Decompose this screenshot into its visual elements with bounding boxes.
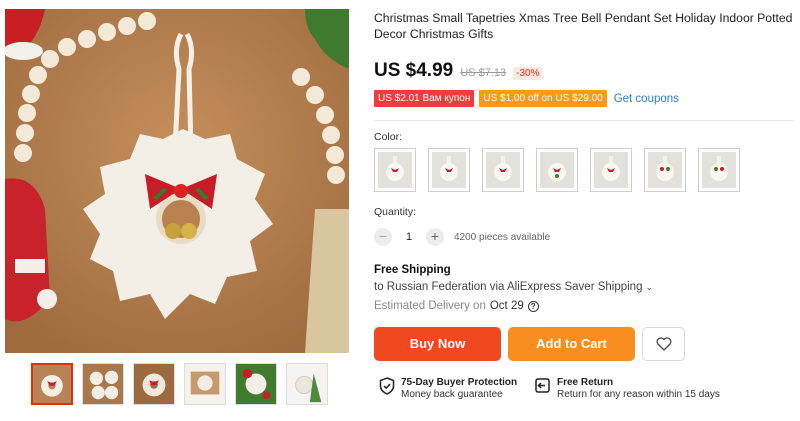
thumbnail-4[interactable] bbox=[184, 363, 226, 405]
main-product-image bbox=[5, 9, 349, 353]
return-box-icon bbox=[535, 378, 550, 393]
quantity-stepper: − 1 + 4200 pieces available bbox=[374, 228, 550, 246]
thumbnail-5[interactable] bbox=[235, 363, 277, 405]
color-swatch-5[interactable] bbox=[590, 148, 632, 192]
buyer-protection-subtitle: Money back guarantee bbox=[401, 389, 503, 400]
divider bbox=[374, 120, 794, 121]
help-icon[interactable]: ? bbox=[527, 300, 539, 312]
color-swatch-6[interactable] bbox=[644, 148, 686, 192]
estimated-delivery-label: Estimated Delivery on bbox=[374, 300, 486, 312]
free-return-subtitle: Return for any reason within 15 days bbox=[557, 389, 720, 400]
coupon-badge-1[interactable]: US $2.01 Вам купон bbox=[374, 90, 475, 107]
shipping-destination-text: to Russian Federation via AliExpress Sav… bbox=[374, 281, 643, 293]
quantity-value[interactable]: 1 bbox=[402, 231, 416, 243]
chevron-down-icon: ⌄ bbox=[645, 281, 654, 292]
thumbnail-3[interactable] bbox=[133, 363, 175, 405]
color-swatch-7[interactable] bbox=[698, 148, 740, 192]
color-swatch-4[interactable] bbox=[536, 148, 578, 192]
buyer-protection-title: 75-Day Buyer Protection bbox=[401, 377, 518, 388]
shipping-destination[interactable]: to Russian Federation via AliExpress Sav… bbox=[374, 281, 653, 293]
estimated-delivery: Estimated Delivery on Oct 29 ? bbox=[374, 300, 539, 312]
quantity-plus-button[interactable]: + bbox=[426, 228, 444, 246]
add-to-cart-button[interactable]: Add to Cart bbox=[508, 327, 635, 361]
wishlist-button[interactable] bbox=[642, 327, 685, 361]
buyer-protection: 75-Day Buyer Protection Money back guara… bbox=[379, 377, 517, 401]
color-label: Color: bbox=[374, 131, 403, 143]
color-swatch-1[interactable] bbox=[374, 148, 416, 192]
thumbnail-6[interactable] bbox=[286, 363, 328, 405]
estimated-delivery-date: Oct 29 bbox=[489, 300, 524, 312]
thumbnail-2[interactable] bbox=[82, 363, 124, 405]
shipping-title: Free Shipping bbox=[374, 264, 451, 276]
color-swatch-3[interactable] bbox=[482, 148, 524, 192]
free-return: Free Return Return for any reason within… bbox=[534, 377, 720, 401]
coupon-badge-2[interactable]: US $1.00 off on US $29.00 bbox=[479, 90, 607, 107]
thumbnail-strip bbox=[31, 363, 328, 405]
shield-check-icon bbox=[379, 377, 395, 395]
quantity-label: Quantity: bbox=[374, 206, 417, 218]
color-swatches bbox=[374, 148, 740, 192]
current-price: US $4.99 bbox=[374, 60, 454, 81]
quantity-available: 4200 pieces available bbox=[454, 231, 551, 243]
heart-icon bbox=[656, 337, 671, 351]
coupon-row: US $2.01 Вам купон US $1.00 off on US $2… bbox=[374, 90, 679, 107]
original-price: US $7.13 bbox=[460, 67, 507, 79]
quantity-minus-button[interactable]: − bbox=[374, 228, 392, 246]
discount-badge: -30% bbox=[513, 67, 543, 80]
price-row: US $4.99 US $7.13 -30% bbox=[374, 60, 543, 82]
buy-now-button[interactable]: Buy Now bbox=[374, 327, 501, 361]
get-coupons-link[interactable]: Get coupons bbox=[614, 93, 679, 105]
product-title: Christmas Small Tapetries Xmas Tree Bell… bbox=[374, 11, 793, 41]
thumbnail-1[interactable] bbox=[31, 363, 73, 405]
color-swatch-2[interactable] bbox=[428, 148, 470, 192]
free-return-title: Free Return bbox=[557, 377, 614, 388]
